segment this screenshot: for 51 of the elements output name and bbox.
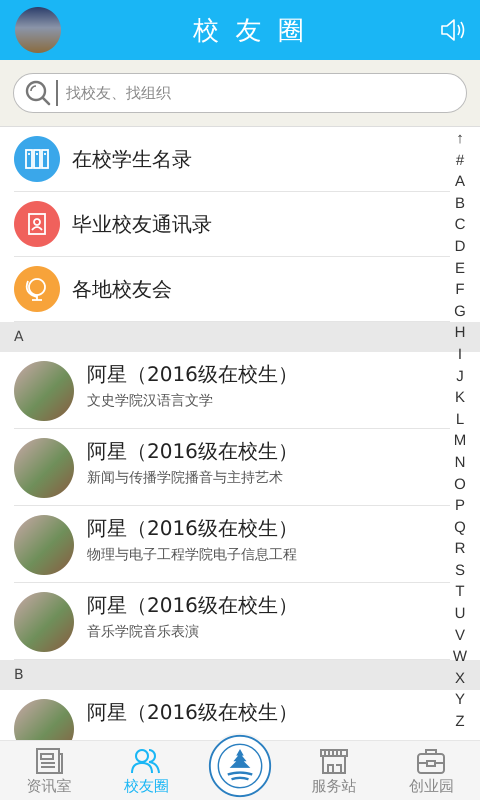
contact-detail: 新闻与传播学院播音与主持艺术 bbox=[87, 469, 284, 487]
index-letter[interactable]: P bbox=[454, 495, 465, 517]
section-letter: A bbox=[14, 329, 24, 345]
index-letter[interactable]: C bbox=[454, 214, 466, 236]
index-letter[interactable]: # bbox=[456, 150, 464, 172]
contact-row[interactable]: 阿星（2016级在校生） 新闻与传播学院播音与主持艺术 bbox=[14, 429, 450, 506]
index-letter[interactable]: U bbox=[454, 603, 466, 625]
index-letter[interactable]: J bbox=[456, 366, 464, 388]
index-letter[interactable]: O bbox=[454, 474, 466, 496]
contact-row[interactable]: 阿星（2016级在校生） 文史学院汉语言文学 bbox=[14, 352, 450, 429]
avatar-photo-placeholder[interactable] bbox=[15, 7, 61, 53]
contact-name: 阿星（2016级在校生） bbox=[87, 592, 298, 619]
index-letter[interactable]: F bbox=[455, 279, 465, 301]
index-letter[interactable]: M bbox=[454, 430, 466, 452]
index-letter[interactable]: S bbox=[454, 560, 465, 582]
contact-detail: 音乐学院音乐表演 bbox=[87, 623, 200, 641]
menu-label: 在校学生名录 bbox=[72, 146, 192, 172]
menu-label: 毕业校友通讯录 bbox=[72, 210, 212, 238]
contact-detail: 物理与电子工程学院电子信息工程 bbox=[87, 546, 298, 564]
index-letter[interactable]: L bbox=[456, 408, 464, 430]
contact-name: 阿星（2016级在校生） bbox=[87, 438, 298, 465]
index-letter[interactable]: V bbox=[454, 624, 465, 646]
contact-row[interactable]: 阿星（2016级在校生） 物理与电子工程学院电子信息工程 bbox=[14, 506, 450, 583]
index-letter[interactable]: E bbox=[454, 258, 465, 280]
search-bar[interactable]: 找校友、找组织 bbox=[13, 73, 467, 113]
index-letter[interactable]: K bbox=[454, 387, 465, 409]
menu-item[interactable]: 在校学生名录 bbox=[14, 127, 450, 192]
index-letter[interactable]: D bbox=[454, 236, 466, 258]
contact-name: 阿星（2016级在校生） bbox=[87, 699, 298, 726]
search-icon bbox=[24, 79, 52, 107]
index-letter[interactable]: A bbox=[454, 171, 465, 193]
section-letter: B bbox=[14, 667, 24, 683]
page-title: 校 友 圈 bbox=[193, 14, 308, 48]
index-letter[interactable]: Z bbox=[455, 711, 465, 733]
index-letter[interactable]: B bbox=[454, 192, 465, 214]
index-letter[interactable]: I bbox=[458, 344, 462, 366]
index-letter[interactable]: Q bbox=[454, 516, 466, 538]
menu-label: 各地校友会 bbox=[72, 276, 172, 302]
contact-detail: 文史学院汉语言文学 bbox=[87, 392, 214, 410]
index-letter[interactable]: X bbox=[454, 668, 465, 690]
index-letter[interactable]: R bbox=[454, 538, 466, 560]
contact-name: 阿星（2016级在校生） bbox=[87, 361, 298, 388]
index-letter[interactable]: W bbox=[452, 646, 468, 668]
menu-item[interactable]: 毕业校友通讯录 bbox=[14, 192, 450, 257]
index-letter[interactable]: ↑ bbox=[456, 128, 464, 150]
contact-name: 阿星（2016级在校生） bbox=[87, 515, 298, 542]
index-letter[interactable]: Y bbox=[454, 689, 465, 712]
index-letter[interactable]: N bbox=[454, 452, 466, 474]
index-letter[interactable]: T bbox=[455, 581, 465, 604]
index-letter[interactable]: H bbox=[454, 322, 466, 344]
index-letter[interactable]: G bbox=[454, 300, 466, 322]
